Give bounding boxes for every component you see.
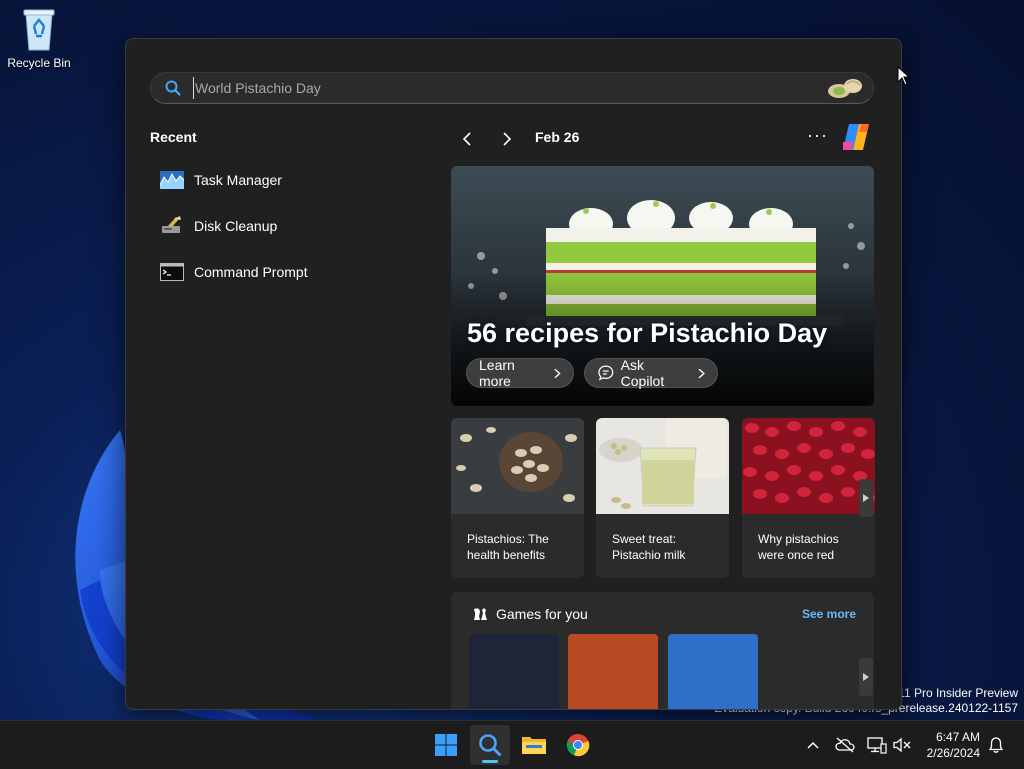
date-label: Feb 26 xyxy=(535,129,580,145)
red-pistachios-image xyxy=(742,418,875,514)
disk-cleanup-icon xyxy=(160,216,184,235)
pistachio-icon xyxy=(828,79,862,98)
hero-card[interactable]: 56 recipes for Pistachio Day Learn more … xyxy=(451,166,874,406)
search-icon xyxy=(165,80,181,96)
network-tray-button[interactable] xyxy=(867,735,887,755)
card-red-pistachios[interactable]: Why pistachios were once red xyxy=(742,418,875,578)
learn-more-label: Learn more xyxy=(479,357,515,389)
recent-item-command-prompt[interactable]: Command Prompt xyxy=(160,257,308,287)
cloud-offline-icon xyxy=(835,737,855,753)
chevron-right-icon xyxy=(554,368,561,378)
file-explorer-button[interactable] xyxy=(514,725,554,765)
start-button[interactable] xyxy=(426,725,466,765)
next-button[interactable] xyxy=(497,129,517,149)
pistachio-bowl-image xyxy=(451,418,584,514)
hero-title: 56 recipes for Pistachio Day xyxy=(467,318,828,348)
pistachio-milk-image xyxy=(596,418,729,514)
card-caption: Pistachios: The health benefits xyxy=(467,532,549,562)
ask-copilot-button[interactable]: Ask Copilot xyxy=(584,357,718,389)
speaker-muted-icon xyxy=(893,737,911,753)
taskbar-search-button[interactable] xyxy=(470,725,510,765)
games-section: Games for you See more xyxy=(451,592,874,709)
search-input[interactable] xyxy=(193,77,795,99)
card-caption: Why pistachios were once red xyxy=(758,532,839,562)
command-prompt-icon xyxy=(160,263,184,281)
folder-icon xyxy=(522,737,546,754)
volume-tray-button[interactable] xyxy=(892,735,912,755)
search-panel: Recent Task Manager Disk Cleanup xyxy=(125,38,902,710)
card-pistachio-health[interactable]: Pistachios: The health benefits xyxy=(451,418,584,578)
chrome-button[interactable] xyxy=(558,725,598,765)
network-icon xyxy=(867,737,887,754)
notifications-button[interactable] xyxy=(986,735,1006,755)
see-more-link[interactable]: See more xyxy=(802,607,856,621)
show-hidden-icons-button[interactable] xyxy=(803,735,823,755)
chess-pieces-icon xyxy=(474,608,487,620)
game-tile[interactable] xyxy=(568,634,658,709)
games-scroll-right-button[interactable] xyxy=(859,658,873,696)
mouse-cursor-icon xyxy=(897,66,911,86)
game-tile[interactable] xyxy=(668,634,758,709)
chevron-up-icon xyxy=(807,741,819,749)
game-tile[interactable] xyxy=(469,634,559,709)
recent-item-task-manager[interactable]: Task Manager xyxy=(160,165,282,195)
chat-bubble-icon xyxy=(598,365,614,381)
chevron-right-icon xyxy=(503,132,512,146)
recent-item-label: Disk Cleanup xyxy=(194,218,278,234)
task-manager-icon xyxy=(160,171,184,189)
bell-icon xyxy=(988,737,1004,753)
clock-date: 2/26/2024 xyxy=(926,746,980,760)
windows-logo-icon xyxy=(435,734,457,756)
system-clock[interactable]: 6:47 AM 2/26/2024 xyxy=(918,729,980,761)
recycle-bin-icon xyxy=(23,9,55,51)
recycle-bin-label: Recycle Bin xyxy=(7,56,71,70)
card-caption: Sweet treat: Pistachio milk xyxy=(612,532,686,562)
more-options-button[interactable]: ··· xyxy=(807,125,828,146)
onedrive-tray-button[interactable] xyxy=(835,735,855,755)
taskbar: 6:47 AM 2/26/2024 xyxy=(0,720,1024,769)
copilot-icon[interactable] xyxy=(839,122,873,152)
learn-more-button[interactable]: Learn more xyxy=(466,357,574,389)
recent-item-label: Task Manager xyxy=(194,172,282,188)
clock-time: 6:47 AM xyxy=(935,730,980,744)
chevron-left-icon xyxy=(462,132,471,146)
games-heading: Games for you xyxy=(496,606,588,622)
recycle-bin-shortcut[interactable]: Recycle Bin xyxy=(4,6,74,70)
search-box[interactable] xyxy=(150,72,874,104)
caret-right-icon xyxy=(863,494,869,502)
cards-scroll-right-button[interactable] xyxy=(859,479,873,517)
chrome-icon xyxy=(566,733,590,757)
caret-right-icon xyxy=(863,673,869,681)
recent-heading: Recent xyxy=(150,129,197,145)
ask-copilot-label: Ask Copilot xyxy=(620,357,665,389)
previous-button[interactable] xyxy=(457,129,477,149)
recent-item-disk-cleanup[interactable]: Disk Cleanup xyxy=(160,211,277,241)
search-icon xyxy=(479,734,501,756)
chevron-right-icon xyxy=(698,368,705,378)
recent-item-label: Command Prompt xyxy=(194,264,308,280)
card-pistachio-milk[interactable]: Sweet treat: Pistachio milk xyxy=(596,418,729,578)
